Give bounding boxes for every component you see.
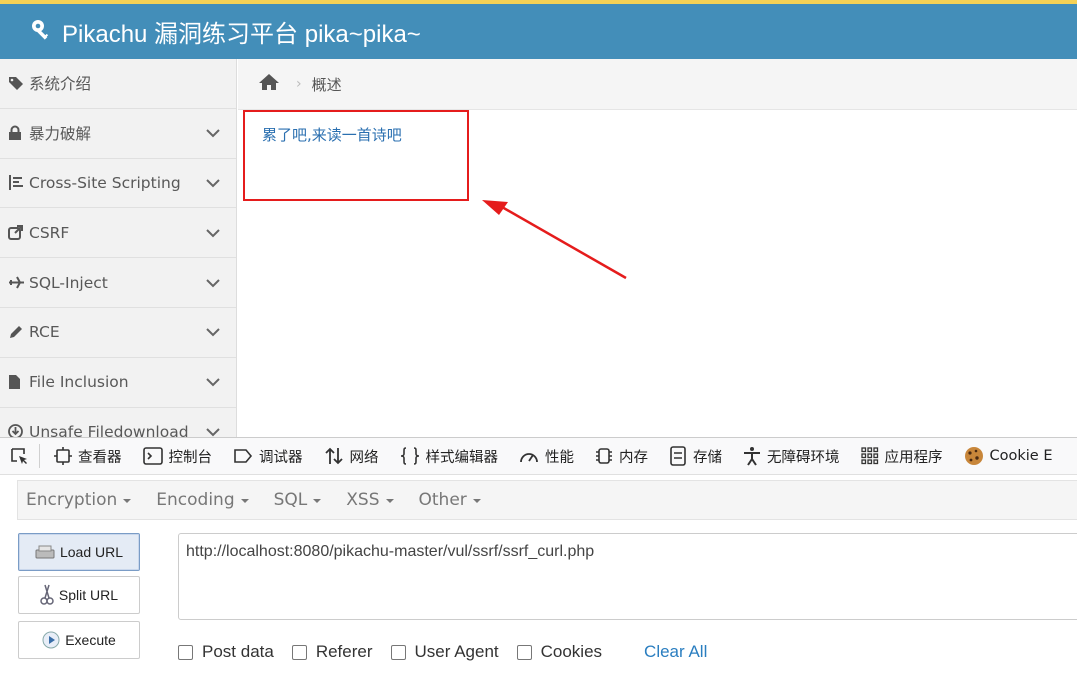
home-icon[interactable] bbox=[258, 73, 280, 95]
memory-icon bbox=[596, 448, 612, 464]
play-icon bbox=[42, 631, 60, 649]
user-agent-option[interactable]: User Agent bbox=[390, 642, 499, 662]
sidebar-item-xss[interactable]: Cross-Site Scripting bbox=[0, 159, 236, 209]
hackbar-panel: Encryption Encoding SQL XSS Other Load U… bbox=[0, 475, 1077, 693]
sidebar-item-file-inclusion[interactable]: File Inclusion bbox=[0, 358, 236, 408]
breadcrumb-separator-icon: › bbox=[296, 76, 302, 92]
sidebar-item-label: Unsafe Filedownload bbox=[29, 422, 189, 437]
load-url-button[interactable]: Load URL bbox=[18, 533, 140, 571]
lock-icon bbox=[8, 125, 26, 141]
accessibility-icon bbox=[744, 447, 760, 466]
post-data-checkbox[interactable] bbox=[178, 644, 193, 660]
sidebar-item-label: 暴力破解 bbox=[29, 125, 92, 144]
cookie-icon bbox=[964, 447, 983, 465]
chevron-down-icon bbox=[206, 224, 220, 242]
tab-console[interactable]: 控制台 bbox=[142, 446, 212, 467]
storage-icon bbox=[670, 446, 686, 466]
tab-application[interactable]: 应用程序 bbox=[860, 446, 943, 467]
breadcrumb: › 概述 bbox=[238, 59, 1077, 110]
tab-network[interactable]: 网络 bbox=[324, 446, 379, 467]
breadcrumb-current: 概述 bbox=[311, 75, 342, 94]
list-icon bbox=[8, 175, 26, 191]
referer-option[interactable]: Referer bbox=[291, 642, 373, 662]
menu-encryption[interactable]: Encryption bbox=[18, 490, 139, 510]
devtools-toolbar: 查看器 控制台 调试器 网络 样式编辑器 性能 内存 存储 无障碍环境 应用程序… bbox=[0, 437, 1077, 475]
sidebar-item-label: CSRF bbox=[29, 223, 70, 242]
sidebar-item-label: File Inclusion bbox=[29, 373, 129, 392]
sidebar-item-bruteforce[interactable]: 暴力破解 bbox=[0, 109, 236, 159]
download-icon bbox=[8, 424, 26, 437]
hackbar-options: Post data Referer User Agent Cookies Cle… bbox=[178, 642, 707, 662]
tab-style-editor[interactable]: 样式编辑器 bbox=[400, 446, 498, 467]
plane-icon bbox=[8, 276, 26, 289]
tab-storage[interactable]: 存储 bbox=[669, 446, 722, 467]
style-editor-icon bbox=[400, 447, 419, 465]
caret-down-icon bbox=[472, 499, 481, 503]
sidebar-item-csrf[interactable]: CSRF bbox=[0, 208, 236, 259]
file-icon bbox=[8, 374, 26, 390]
application-icon bbox=[860, 447, 878, 465]
referer-checkbox[interactable] bbox=[291, 644, 307, 660]
pencil-icon bbox=[8, 325, 26, 340]
cookies-checkbox[interactable] bbox=[516, 644, 532, 660]
app-title: Pikachu 漏洞练习平台 pika~pika~ bbox=[62, 21, 421, 48]
sidebar-item-rce[interactable]: RCE bbox=[0, 308, 236, 358]
annotation-arrow bbox=[482, 200, 627, 280]
split-url-button[interactable]: Split URL bbox=[18, 576, 140, 614]
performance-icon bbox=[520, 453, 538, 463]
chevron-down-icon bbox=[206, 373, 220, 391]
sidebar: 系统介绍 暴力破解 Cross-Site Scripting CSRF SQL-… bbox=[0, 59, 237, 437]
chevron-down-icon bbox=[206, 174, 220, 192]
menu-other[interactable]: Other bbox=[411, 490, 489, 510]
inspector-icon bbox=[54, 447, 72, 465]
sidebar-item-sqli[interactable]: SQL-Inject bbox=[0, 258, 236, 308]
tab-debugger[interactable]: 调试器 bbox=[233, 446, 303, 467]
chevron-down-icon bbox=[206, 323, 220, 341]
chevron-down-icon bbox=[206, 124, 220, 142]
tab-inspector[interactable]: 查看器 bbox=[54, 446, 122, 467]
caret-down-icon bbox=[313, 499, 322, 503]
element-picker-icon[interactable] bbox=[9, 444, 40, 468]
wrench-icon bbox=[30, 18, 54, 46]
tab-performance[interactable]: 性能 bbox=[519, 446, 574, 467]
sidebar-item-label: 系统介绍 bbox=[29, 75, 92, 94]
app-header: Pikachu 漏洞练习平台 pika~pika~ bbox=[0, 4, 1077, 59]
caret-down-icon bbox=[123, 499, 132, 503]
user-agent-checkbox[interactable] bbox=[390, 644, 406, 660]
sidebar-item-label: Cross-Site Scripting bbox=[29, 173, 181, 192]
url-textarea[interactable]: http://localhost:8080/pikachu-master/vul… bbox=[178, 533, 1077, 620]
load-url-icon bbox=[35, 545, 55, 559]
scissors-icon bbox=[40, 584, 54, 605]
menu-encoding[interactable]: Encoding bbox=[148, 490, 256, 510]
tab-cookie-editor[interactable]: Cookie E bbox=[964, 446, 1052, 466]
chevron-down-icon bbox=[206, 423, 220, 437]
tag-icon bbox=[8, 76, 26, 91]
hackbar-menu: Encryption Encoding SQL XSS Other bbox=[17, 480, 1077, 520]
clear-all-link[interactable]: Clear All bbox=[644, 642, 707, 662]
tab-memory[interactable]: 内存 bbox=[595, 446, 648, 467]
tab-accessibility[interactable]: 无障碍环境 bbox=[743, 446, 840, 467]
post-data-option[interactable]: Post data bbox=[178, 642, 274, 662]
network-icon bbox=[324, 447, 343, 465]
chevron-down-icon bbox=[206, 274, 220, 292]
caret-down-icon bbox=[240, 499, 249, 503]
sidebar-item-label: RCE bbox=[29, 323, 60, 342]
poem-link[interactable]: 累了吧,来读一首诗吧 bbox=[262, 124, 402, 145]
debugger-icon bbox=[234, 449, 253, 463]
sidebar-item-label: SQL-Inject bbox=[29, 273, 108, 292]
menu-xss[interactable]: XSS bbox=[338, 490, 401, 510]
sidebar-item-intro[interactable]: 系统介绍 bbox=[0, 59, 236, 109]
cookies-option[interactable]: Cookies bbox=[516, 642, 602, 662]
execute-button[interactable]: Execute bbox=[18, 621, 140, 659]
main-content: 累了吧,来读一首诗吧 bbox=[238, 110, 1077, 437]
share-icon bbox=[8, 225, 26, 241]
console-icon bbox=[142, 447, 163, 465]
sidebar-item-unsafe-download[interactable]: Unsafe Filedownload bbox=[0, 408, 236, 437]
caret-down-icon bbox=[385, 499, 394, 503]
menu-sql[interactable]: SQL bbox=[266, 490, 330, 510]
